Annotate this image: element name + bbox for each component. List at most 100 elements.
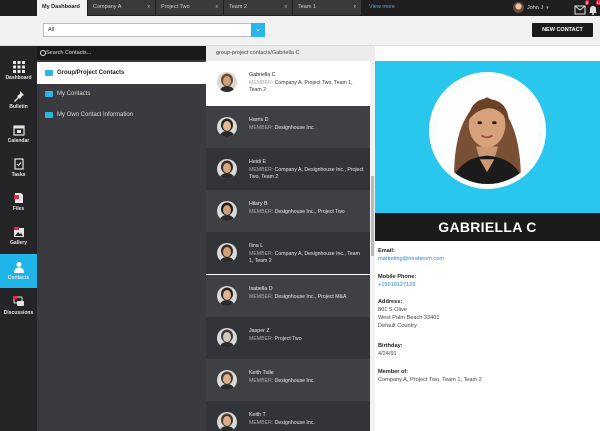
contact-membership: MEMBER: Designhouse Inc., Project M&A [249,294,364,301]
sidebar-item-label: Dashboard [5,75,32,81]
search-icon [40,50,46,56]
member-of-value: Company A, Project Two, Team 1, Team 2 [378,377,482,383]
field-label: Address: [378,299,403,305]
grid-icon [12,61,25,73]
list-item[interactable]: Gabriella C MEMBER: Company A, Project Tw… [206,61,370,106]
address-field: Address: 801 S Olive West Palm Beach 334… [378,298,439,330]
email-link[interactable]: marketing@ntrabeom.com [378,255,444,263]
contact-membership: MEMBER: Designhouse Inc., Project Two [249,209,364,216]
file-icon [13,192,25,204]
birthday-value: 4/24/91 [378,351,397,357]
user-name: John J [527,4,544,11]
sidebar-item-contacts[interactable]: Contacts [0,254,37,288]
group-item-my-contacts[interactable]: My Contacts [37,83,206,105]
profile-name: GABRIELLA C [375,213,600,241]
group-label: My Own Contact Information [57,112,134,118]
tab-company-a[interactable]: Company A x [88,0,156,15]
notifications-button[interactable]: 10 [587,0,600,15]
member-value: Designhouse Inc. [274,125,315,131]
phone-link[interactable]: +15616127123 [378,281,416,289]
list-item[interactable]: Keith Tulle MEMBER: Designhouse Inc. [206,359,370,401]
contact-name: Keith Tulle [249,370,274,376]
sidebar: Dashboard Bulletin Calendar Tasks Files … [0,46,37,431]
sidebar-item-bulletin[interactable]: Bulletin [0,83,37,117]
member-of-field: Member of: Company A, Project Two, Team … [378,368,482,384]
list-item[interactable]: Jasper Z MEMBER: Project Two [206,317,370,359]
close-icon[interactable]: x [285,0,288,15]
avatar [217,72,237,92]
sidebar-item-calendar[interactable]: Calendar [0,117,37,151]
sidebar-item-label: Gallery [10,240,27,246]
member-value: Designhouse Inc., Project M&A [274,294,347,300]
image-icon [13,226,25,238]
list-item[interactable]: Hilary B MEMBER: Designhouse Inc., Projec… [206,190,370,232]
checklist-icon [13,158,25,170]
member-prefix: MEMBER: [249,378,274,384]
person-icon [13,261,25,273]
member-prefix: MEMBER: [249,294,274,300]
tab-team-2[interactable]: Team 2 x [224,0,293,15]
search-input[interactable]: Search Contacts... [37,46,206,60]
avatar [217,286,237,306]
member-value: Designhouse Inc. [274,378,315,384]
tab-my-dashboard[interactable]: My Dashboard [37,0,88,16]
list-item[interactable]: Isabella D MEMBER: Designhouse Inc., Proj… [206,275,370,317]
tab-label: Team 2 [229,4,248,10]
contact-name: Keith T [249,412,266,418]
profile-photo [429,72,546,189]
sidebar-item-label: Calendar [7,138,30,144]
tab-project-two[interactable]: Project Two x [156,0,224,15]
pin-icon [13,90,25,102]
new-contact-button[interactable]: NEW CONTACT [532,23,593,37]
chevron-down-icon: ▾ [546,4,549,11]
sidebar-item-tasks[interactable]: Tasks [0,151,37,185]
user-menu[interactable]: John J ▾ [513,2,549,13]
tab-team-1[interactable]: Team 1 x [293,0,362,15]
group-item-own-info[interactable]: My Own Contact Information [37,104,206,126]
list-item[interactable]: Ilina L MEMBER: Company A, Designhouse In… [206,232,370,274]
filter-value: All [48,27,55,33]
group-item-project-contacts[interactable]: Group/Project Contacts [37,62,206,84]
tab-label: Project Two [161,4,190,10]
contact-membership: MEMBER: Designhouse Inc. [249,420,364,427]
sidebar-item-label: Contacts [7,275,30,281]
scrollbar-thumb[interactable] [371,176,374,256]
field-label: Email: [378,248,395,254]
contact-name: Ilina L [249,243,264,249]
filter-select[interactable]: All ⌄ [43,23,265,37]
calendar-icon [12,124,25,136]
bell-icon [589,6,597,15]
field-label: Member of: [378,369,409,375]
close-icon[interactable]: x [216,0,219,15]
member-prefix: MEMBER: [249,167,274,173]
contact-name: Harris D [249,117,269,123]
list-item[interactable]: Harris D MEMBER: Designhouse Inc. [206,106,370,148]
address-line: 801 S Olive [378,307,407,313]
contact-name: Jasper Z [249,328,270,334]
field-label: Mobile Phone: [378,274,417,280]
member-prefix: MEMBER: [249,336,274,342]
contact-membership: MEMBER: Company A, Project Two, Team 1, … [249,80,364,94]
contact-name: Heidi E [249,159,267,165]
view-more-link[interactable]: View more [369,0,395,15]
search-placeholder: Search Contacts... [46,50,92,56]
member-prefix: MEMBER: [249,209,274,215]
group-label: Group/Project Contacts [57,70,125,76]
avatar [217,243,237,263]
list-item[interactable]: Keith T MEMBER: Designhouse Inc. [206,401,370,431]
member-value: Project Two [274,336,302,342]
close-icon[interactable]: x [354,0,357,15]
list-item[interactable]: Heidi E MEMBER: Company A, Designhouse In… [206,148,370,190]
sidebar-item-gallery[interactable]: Gallery [0,219,37,253]
sidebar-item-files[interactable]: Files [0,185,37,219]
mail-button[interactable]: 8 [574,0,589,15]
address-line: Default Country [378,323,417,329]
close-icon[interactable]: x [148,0,151,15]
sidebar-item-discussions[interactable]: Discussions [0,289,37,323]
chevron-down-icon[interactable]: ⌄ [251,23,265,37]
avatar [217,201,237,221]
member-prefix: MEMBER: [249,251,274,257]
contact-membership: MEMBER: Project Two [249,336,364,343]
address-line: West Palm Beach 33401 [378,315,440,321]
sidebar-item-label: Tasks [11,172,26,178]
